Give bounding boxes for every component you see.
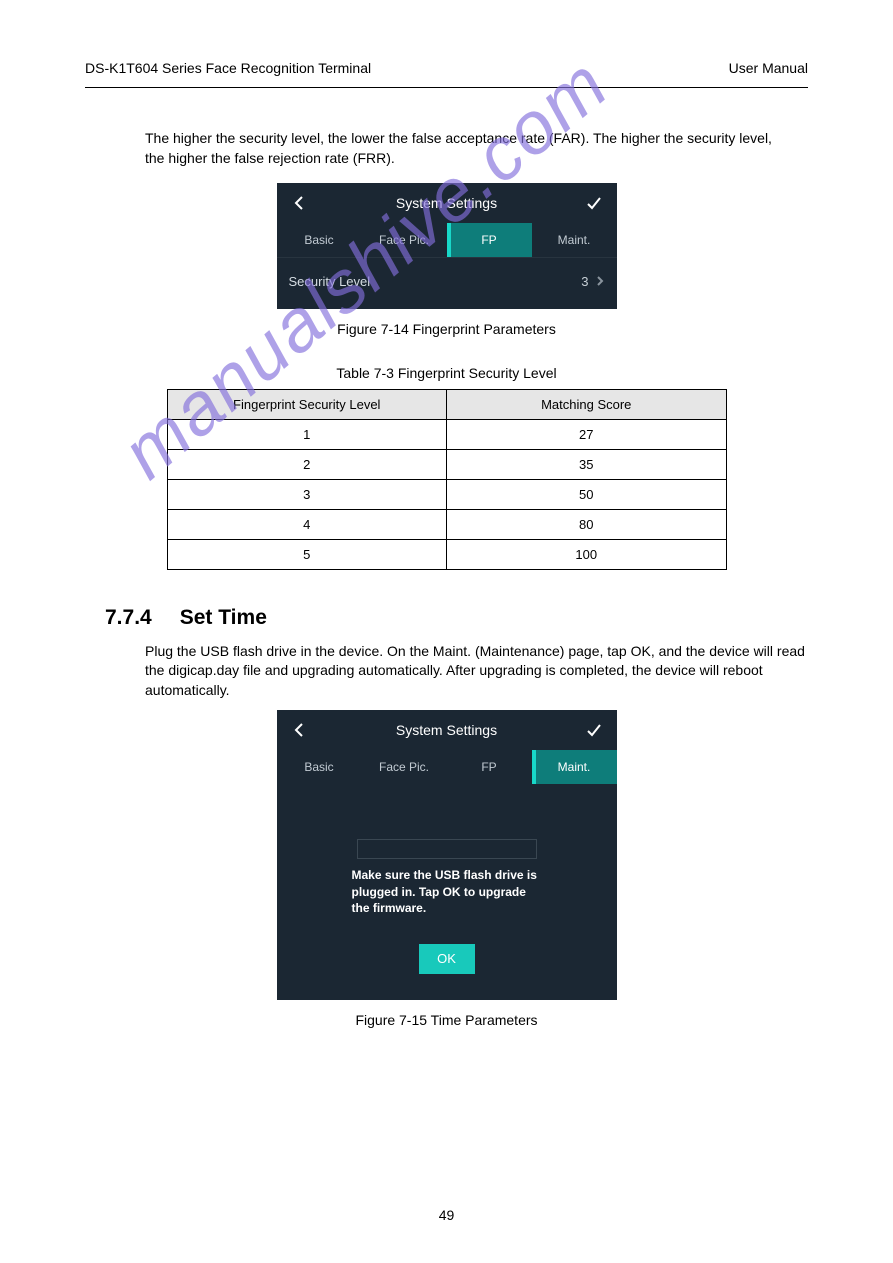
header-manual: User Manual	[729, 60, 808, 76]
table-row: 350	[167, 479, 726, 509]
tab-face-pic[interactable]: Face Pic.	[362, 223, 447, 257]
page-header: DS-K1T604 Series Face Recognition Termin…	[85, 50, 808, 88]
figure-caption-1: Figure 7-14 Fingerprint Parameters	[85, 321, 808, 337]
check-icon[interactable]	[585, 721, 603, 739]
table-row: 127	[167, 419, 726, 449]
tab-face-pic[interactable]: Face Pic.	[362, 750, 447, 784]
table-row: 5100	[167, 539, 726, 569]
upgrade-message: Make sure the USB flash drive is plugged…	[352, 867, 542, 916]
figure-caption-2: Figure 7-15 Time Parameters	[85, 1012, 808, 1028]
settings-tabs: Basic Face Pic. FP Maint.	[277, 750, 617, 784]
page-number: 49	[0, 1207, 893, 1223]
settings-tabs: Basic Face Pic. FP Maint.	[277, 223, 617, 257]
section-heading: 7.7.4 Set Time	[105, 606, 808, 630]
screen-title: System Settings	[309, 722, 585, 738]
security-level-value: 3	[581, 274, 588, 289]
fp-intro-paragraph: The higher the security level, the lower…	[145, 128, 783, 169]
check-icon[interactable]	[585, 194, 603, 212]
tab-fp[interactable]: FP	[447, 750, 532, 784]
security-level-table: Fingerprint Security Level Matching Scor…	[167, 389, 727, 570]
section-title: Set Time	[180, 606, 267, 629]
tab-fp[interactable]: FP	[447, 223, 532, 257]
maint-paragraph: Plug the USB flash drive in the device. …	[145, 642, 808, 701]
back-icon[interactable]	[291, 721, 309, 739]
tab-maint[interactable]: Maint.	[532, 750, 617, 784]
header-product: DS-K1T604 Series Face Recognition Termin…	[85, 60, 371, 76]
table-caption: Table 7-3 Fingerprint Security Level	[85, 365, 808, 381]
tab-maint[interactable]: Maint.	[532, 223, 617, 257]
security-level-label: Security Level	[289, 274, 371, 289]
table-row: 480	[167, 509, 726, 539]
table-header-level: Fingerprint Security Level	[167, 389, 447, 419]
security-level-row[interactable]: Security Level 3	[277, 257, 617, 305]
table-header-score: Matching Score	[447, 389, 727, 419]
tab-basic[interactable]: Basic	[277, 750, 362, 784]
screen-title: System Settings	[309, 195, 585, 211]
section-number: 7.7.4	[105, 606, 152, 629]
fp-settings-screenshot: System Settings Basic Face Pic. FP Maint…	[277, 183, 617, 309]
ok-button[interactable]: OK	[419, 944, 475, 974]
maint-screenshot: System Settings Basic Face Pic. FP Maint…	[277, 710, 617, 1000]
table-row: 235	[167, 449, 726, 479]
upgrade-file-input[interactable]	[357, 839, 537, 859]
back-icon[interactable]	[291, 194, 309, 212]
tab-basic[interactable]: Basic	[277, 223, 362, 257]
chevron-right-icon	[595, 274, 605, 289]
